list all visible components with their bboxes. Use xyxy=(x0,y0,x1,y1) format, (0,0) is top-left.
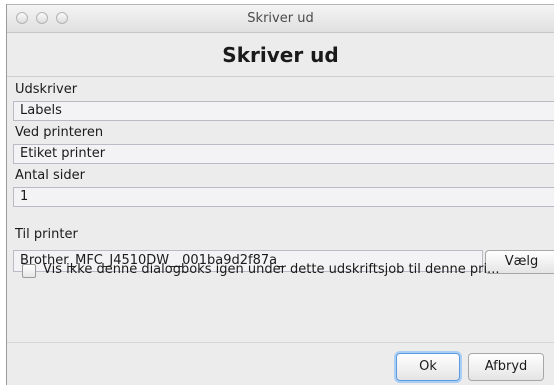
title-bar[interactable]: Skriver ud xyxy=(7,5,554,33)
page-count-field[interactable]: 1 xyxy=(13,187,554,207)
footer-divider xyxy=(7,342,554,343)
dialog-heading: Skriver ud xyxy=(222,43,339,67)
to-printer-label: Til printer xyxy=(15,227,78,242)
page-count-label: Antal sider xyxy=(15,168,85,183)
printer-job-field[interactable]: Labels xyxy=(13,101,554,121)
ok-button[interactable]: Ok xyxy=(396,353,460,381)
cancel-button[interactable]: Afbryd xyxy=(468,353,544,381)
at-printer-label: Ved printeren xyxy=(15,125,104,140)
at-printer-field[interactable]: Etiket printer xyxy=(13,144,554,164)
print-dialog-window: Skriver ud Skriver ud Udskriver Labels V… xyxy=(6,4,554,385)
dont-show-again-checkbox[interactable] xyxy=(22,264,36,278)
heading-divider xyxy=(7,76,554,77)
printer-job-label: Udskriver xyxy=(15,82,78,97)
dont-show-again-label[interactable]: Vis ikke denne dialogboks igen under det… xyxy=(43,262,499,277)
window-title: Skriver ud xyxy=(247,11,314,26)
